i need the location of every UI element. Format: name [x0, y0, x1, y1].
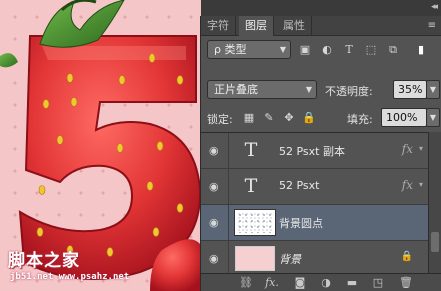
eye-visibility-icon[interactable]: ◉	[209, 144, 225, 157]
layer-name[interactable]: 背景	[279, 251, 301, 267]
divider	[228, 241, 229, 276]
shape-filter-icon[interactable]: ⬚	[363, 41, 379, 58]
filter-icons-group: ▣ ◐ T ⬚ ⧉ ▮	[297, 41, 437, 58]
layer-row-52-psxt[interactable]: ◉ T 52 Psxt fx ▾	[201, 169, 429, 205]
layer-row-52-psxt-copy[interactable]: ◉ T 52 Psxt 副本 fx ▾	[201, 133, 429, 169]
lock-image-pixels-icon[interactable]: ✎	[261, 110, 277, 126]
fx-icon[interactable]: fx.	[263, 275, 281, 290]
lock-label: 锁定:	[207, 113, 233, 126]
opacity-slider-toggle[interactable]: ▼	[426, 80, 440, 99]
adjustment-layer-icon[interactable]: ◑	[317, 275, 335, 290]
toggle-filter-icon[interactable]: ▮	[413, 41, 429, 58]
divider	[228, 205, 229, 240]
layer-name[interactable]: 52 Psxt	[279, 179, 320, 192]
fill-input[interactable]: 100%	[381, 108, 427, 127]
fill-slider-toggle[interactable]: ▼	[426, 108, 440, 127]
lock-transparent-pixels-icon[interactable]: ▦	[241, 110, 257, 126]
tab-layers[interactable]: 图层	[239, 16, 274, 36]
group-folder-icon[interactable]: ▬	[343, 275, 361, 290]
image-filter-icon[interactable]: ▣	[297, 41, 313, 58]
layer-filter-kind-select[interactable]: ρ 类型 ▼	[207, 40, 291, 59]
layer-thumbnail	[235, 246, 275, 271]
layer-thumbnail	[234, 209, 276, 236]
adjustment-filter-icon[interactable]: ◐	[319, 41, 335, 58]
mask-icon[interactable]: ◙	[291, 275, 309, 290]
collapse-panel-icon[interactable]: ◂◂	[431, 2, 438, 12]
type-filter-icon[interactable]: T	[341, 41, 357, 58]
smart-object-filter-icon[interactable]: ⧉	[385, 41, 401, 58]
eye-visibility-icon[interactable]: ◉	[209, 252, 225, 265]
layers-list: ◉ T 52 Psxt 副本 fx ▾ ◉ T 52 Psxt fx ▾ ◉ 背…	[201, 132, 429, 277]
tab-properties[interactable]: 属性	[277, 16, 312, 35]
lock-icons-group: ▦ ✎ ✥ 🔒	[241, 110, 331, 126]
fx-effects-icon[interactable]: fx	[402, 142, 413, 156]
scrollbar-thumb[interactable]	[431, 232, 439, 252]
fill-label: 填充:	[347, 113, 373, 126]
layer-name[interactable]: 背景圆点	[279, 215, 323, 231]
chevron-down-icon: ▼	[429, 85, 437, 94]
lock-icon: 🔒	[400, 251, 413, 262]
divider	[228, 133, 229, 168]
watermark-url: jb51.net www.psahz.net	[10, 272, 130, 282]
opacity-input[interactable]: 35%	[393, 80, 427, 99]
watermark-text: 脚本之家	[8, 251, 80, 271]
lock-all-icon[interactable]: 🔒	[301, 110, 317, 126]
fx-effects-icon[interactable]: fx	[402, 178, 413, 192]
divider	[228, 169, 229, 204]
chevron-down-icon: ▼	[279, 45, 286, 54]
eye-visibility-icon[interactable]: ◉	[209, 180, 225, 193]
layers-scrollbar[interactable]	[428, 132, 441, 274]
type-layer-thumbnail-icon: T	[244, 175, 258, 197]
layer-name[interactable]: 52 Psxt 副本	[279, 143, 345, 159]
panel-title-bar[interactable]: ◂◂	[201, 0, 441, 17]
blend-mode-value: 正片叠底	[214, 83, 258, 96]
layers-bottom-toolbar: ⛓ fx. ◙ ◑ ▬ ◳ 🗑	[201, 273, 441, 291]
lock-position-icon[interactable]: ✥	[281, 110, 297, 126]
layers-panel: ◂◂ 字符 图层 属性 ≡ ρ 类型 ▼ ▣ ◐ T ⬚ ⧉ ▮ 正片叠底 ▼ …	[200, 0, 441, 291]
new-layer-icon[interactable]: ◳	[369, 275, 387, 290]
blend-mode-select[interactable]: 正片叠底 ▼	[207, 80, 317, 99]
link-layers-icon[interactable]: ⛓	[237, 275, 255, 290]
expand-effects-icon[interactable]: ▾	[419, 180, 423, 189]
panel-menu-icon[interactable]: ≡	[428, 20, 436, 31]
layer-row-background-dots[interactable]: ◉ 背景圆点	[201, 205, 429, 241]
trash-icon[interactable]: 🗑	[397, 275, 415, 290]
type-layer-thumbnail-icon: T	[244, 139, 258, 161]
filter-kind-label: ρ 类型	[214, 43, 247, 56]
expand-effects-icon[interactable]: ▾	[419, 144, 423, 153]
layer-row-background[interactable]: ◉ 背景 🔒	[201, 241, 429, 277]
eye-visibility-icon[interactable]: ◉	[209, 216, 225, 229]
chevron-down-icon: ▼	[429, 113, 437, 122]
panel-tabs: 字符 图层 属性 ≡	[201, 16, 441, 36]
tab-character[interactable]: 字符	[201, 16, 236, 35]
opacity-label: 不透明度:	[325, 85, 373, 98]
chevron-down-icon: ▼	[305, 85, 312, 94]
